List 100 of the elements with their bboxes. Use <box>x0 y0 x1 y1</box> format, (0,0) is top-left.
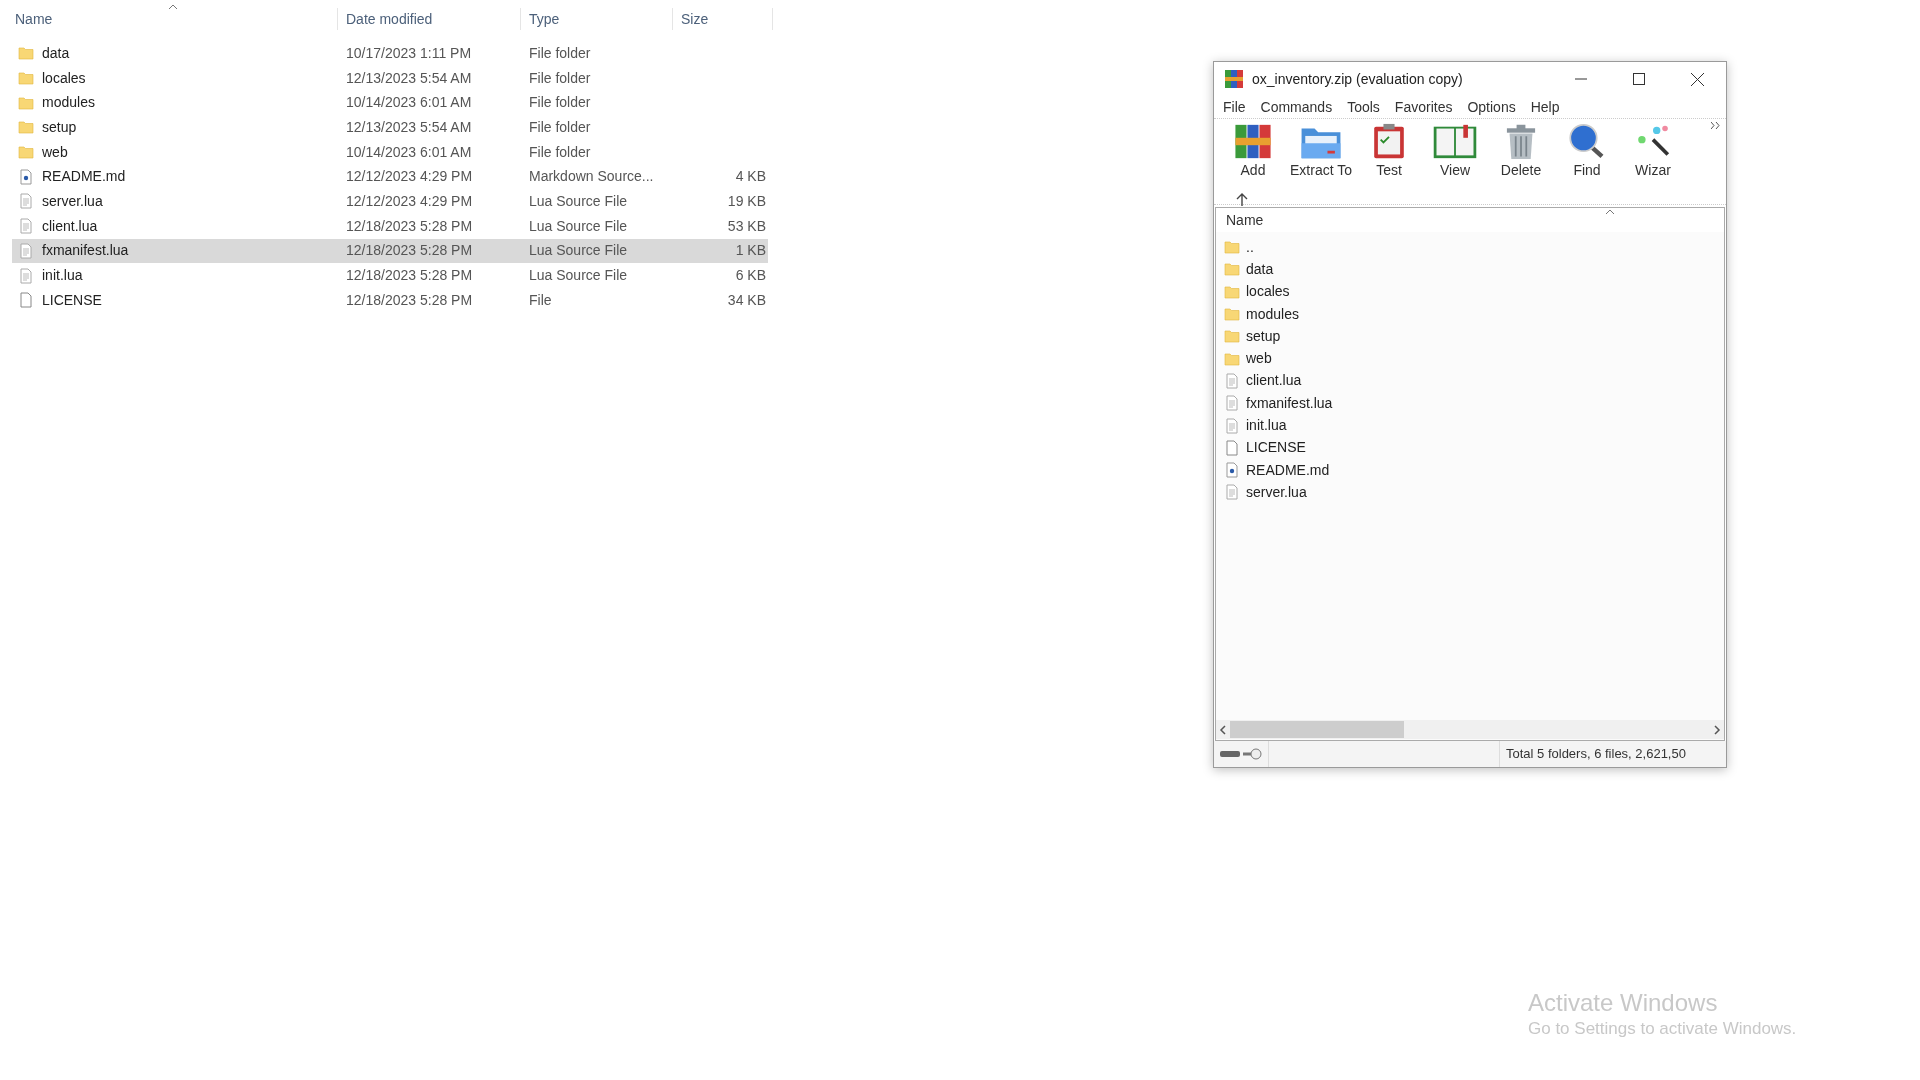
window-title: ox_inventory.zip (evaluation copy) <box>1252 69 1463 89</box>
folder-icon <box>18 45 34 62</box>
text-file-icon <box>1224 417 1240 434</box>
date-cell-text: 10/17/2023 1:11 PM <box>345 43 473 63</box>
toolbar-button[interactable]: Test <box>1360 123 1418 181</box>
type-cell-text: File <box>528 290 553 310</box>
file-icon <box>1224 439 1240 456</box>
date-cell-text: 12/18/2023 5:28 PM <box>345 216 474 236</box>
file-name: locales <box>42 68 86 88</box>
text-file-icon <box>18 193 34 210</box>
type-cell-text: File folder <box>528 117 592 137</box>
chevron-icon <box>1711 122 1720 129</box>
file-name: setup <box>42 117 77 137</box>
archive-item[interactable]: client.lua <box>1216 369 1724 393</box>
book-icon <box>1431 123 1479 160</box>
document-icon <box>1224 462 1240 479</box>
folder-icon <box>1224 283 1240 300</box>
menu-item[interactable]: Options <box>1467 96 1516 118</box>
column-header[interactable]: Size <box>681 8 709 30</box>
archive-item[interactable]: init.lua <box>1216 414 1724 437</box>
file-row[interactable]: fxmanifest.lua 12/18/2023 5:28 PM Lua Source File 1 KB <box>12 238 768 264</box>
archive-item[interactable]: .. <box>1216 236 1724 259</box>
type-cell-text: Lua Source File <box>528 241 629 261</box>
size-cell-text: 6 KB <box>735 266 766 286</box>
toolbar-button[interactable]: View <box>1426 123 1484 181</box>
menu-item[interactable]: Favorites <box>1394 96 1453 118</box>
folder-icon <box>1224 261 1240 278</box>
archive-app-icon <box>1224 69 1244 89</box>
file-name: data <box>42 43 70 63</box>
column-header[interactable]: Date modified <box>346 8 433 30</box>
close-icon <box>1690 72 1704 86</box>
text-file-icon <box>1224 372 1240 389</box>
up-arrow-icon[interactable] <box>1236 193 1248 206</box>
file-row[interactable]: server.lua 12/12/2023 4:29 PM Lua Source File 19 KB <box>12 189 768 214</box>
archive-item[interactable]: LICENSE <box>1216 436 1724 459</box>
folder-icon <box>18 119 34 136</box>
size-cell-text: 34 KB <box>727 290 766 310</box>
column-header[interactable]: Type <box>529 8 560 30</box>
date-cell-text: 10/14/2023 6:01 AM <box>345 93 473 113</box>
date-cell-text: 12/13/2023 5:54 AM <box>345 117 473 137</box>
date-cell-text: 12/12/2023 4:29 PM <box>345 191 474 211</box>
text-file-icon <box>1224 395 1240 412</box>
file-row[interactable]: init.lua 12/18/2023 5:28 PM Lua Source File 6 KB <box>12 263 768 288</box>
folder-icon <box>1224 328 1240 345</box>
file-name: LICENSE <box>42 290 102 310</box>
file-name: client.lua <box>42 216 98 236</box>
sort-caret-icon <box>168 4 178 10</box>
size-cell-text: 53 KB <box>727 216 766 236</box>
archive-item[interactable]: locales <box>1216 280 1724 303</box>
books-icon <box>1232 123 1274 160</box>
file-row[interactable]: web 10/14/2023 6:01 AM File folder <box>12 139 768 165</box>
column-header[interactable]: Name <box>1226 209 1264 231</box>
file-row[interactable]: README.md 12/12/2023 4:29 PM Markdown Source... 4 KB <box>12 164 768 190</box>
folder-icon <box>18 70 34 87</box>
text-file-icon <box>1224 484 1240 501</box>
file-name: server.lua <box>42 191 103 211</box>
type-cell-text: Lua Source File <box>528 266 629 286</box>
archive-item[interactable]: web <box>1216 347 1724 370</box>
menu-item[interactable]: Help <box>1530 96 1560 118</box>
size-cell-text: 1 KB <box>735 241 766 261</box>
toolbar-button[interactable]: Delete <box>1492 123 1550 181</box>
folder-icon <box>1224 239 1240 256</box>
type-cell-text: Markdown Source... <box>528 167 655 187</box>
scrollbar-thumb[interactable] <box>1230 721 1404 738</box>
folder-icon <box>18 144 34 161</box>
type-cell-text: Lua Source File <box>528 191 629 211</box>
file-row[interactable]: locales 12/13/2023 5:54 AM File folder <box>12 65 768 91</box>
file-row[interactable]: modules 10/14/2023 6:01 AM File folder <box>12 90 768 116</box>
folder-icon <box>1224 306 1240 323</box>
toolbar-button[interactable]: Find <box>1558 123 1616 181</box>
file-row[interactable]: LICENSE 12/18/2023 5:28 PM File 34 KB <box>12 287 768 313</box>
archive-item[interactable]: setup <box>1216 325 1724 348</box>
file-row[interactable]: data 10/17/2023 1:11 PM File folder <box>12 41 768 66</box>
text-file-icon <box>18 218 34 235</box>
menu-item[interactable]: Tools <box>1347 96 1380 118</box>
file-name: modules <box>42 93 95 113</box>
archive-item[interactable]: server.lua <box>1216 481 1724 504</box>
type-cell-text: File folder <box>528 93 592 113</box>
toolbar-button[interactable]: Wizar <box>1624 123 1682 181</box>
file-name: fxmanifest.lua <box>42 241 129 261</box>
toolbar-button[interactable]: Add <box>1224 123 1282 181</box>
text-file-icon <box>18 267 34 284</box>
folder-icon <box>1224 350 1240 367</box>
column-header[interactable]: Name <box>15 8 53 30</box>
toolbar-button[interactable]: Extract To <box>1290 123 1352 181</box>
archive-item[interactable]: data <box>1216 258 1724 281</box>
date-cell-text: 12/13/2023 5:54 AM <box>345 68 473 88</box>
date-cell-text: 12/18/2023 5:28 PM <box>345 290 474 310</box>
date-cell-text: 12/12/2023 4:29 PM <box>345 167 474 187</box>
menu-item[interactable]: Commands <box>1260 96 1333 118</box>
file-row[interactable]: setup 12/13/2023 5:54 AM File folder <box>12 115 768 140</box>
file-row[interactable]: client.lua 12/18/2023 5:28 PM Lua Source File 53 KB <box>12 213 768 239</box>
file-name: init.lua <box>42 266 83 286</box>
menu-item[interactable]: File <box>1223 96 1246 118</box>
archive-item[interactable]: fxmanifest.lua <box>1216 392 1724 415</box>
date-cell-text: 10/14/2023 6:01 AM <box>345 142 473 162</box>
archive-item[interactable]: modules <box>1216 302 1724 326</box>
drive-icon <box>1220 750 1240 758</box>
date-cell-text: 12/18/2023 5:28 PM <box>345 241 474 261</box>
archive-item[interactable]: README.md <box>1216 458 1724 482</box>
